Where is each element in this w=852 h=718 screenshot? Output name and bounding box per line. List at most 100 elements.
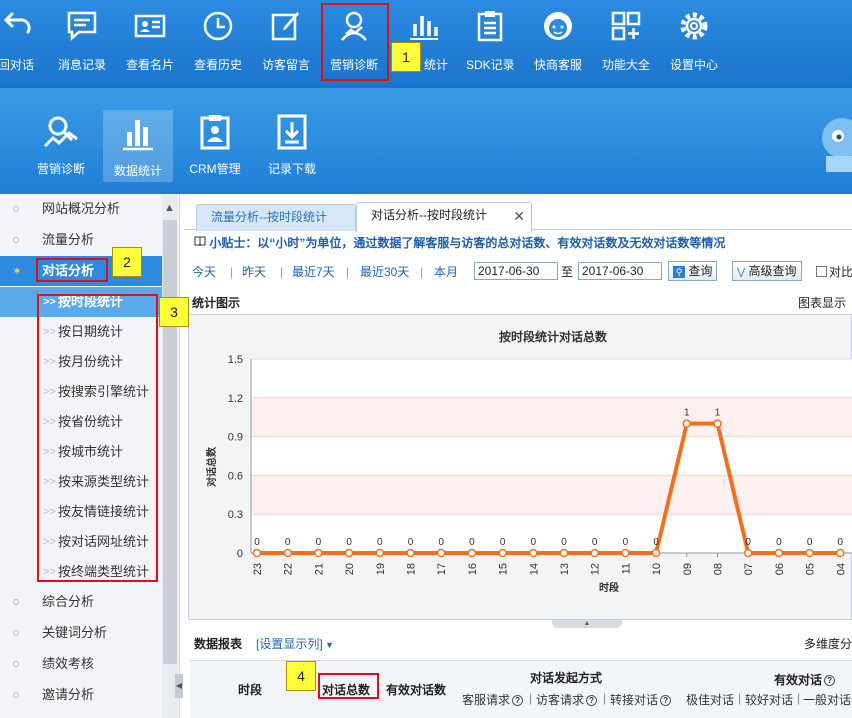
data-point: [375, 548, 385, 558]
grid-band: [251, 397, 852, 437]
module-label: 营销诊断: [36, 162, 85, 176]
data-label: 0: [285, 537, 291, 548]
help-icon[interactable]: ?: [660, 695, 672, 707]
top-item-label: 查看名片: [126, 58, 175, 72]
sidebar-item-comprehensive-analysis[interactable]: 综合分析: [0, 587, 162, 617]
sdk-record-button[interactable]: SDK记录: [466, 0, 515, 88]
column-valid-dialog[interactable]: 有效对话?: [774, 671, 836, 688]
data-label: 0: [745, 537, 751, 548]
column-excellent-dialog[interactable]: 极佳对话: [686, 691, 734, 708]
data-label: 0: [346, 537, 352, 548]
bullet-icon: [13, 630, 19, 636]
kuaishang-service-button[interactable]: 快商客服: [534, 0, 582, 88]
all-functions-button[interactable]: 功能大全: [602, 0, 650, 88]
filter-today[interactable]: 今天: [192, 260, 216, 284]
x-tick-label: 11: [620, 563, 632, 574]
sidebar-item-label: 邀请分析: [42, 687, 95, 702]
data-label: 0: [377, 537, 383, 548]
line-chart: 0 0.3 0.6 0.9 1.2 1.5 按时段统计对话总数对话总数时段 23 22 21 20 1…: [205, 329, 852, 594]
annotation-box-1: [321, 3, 389, 81]
end-date-input[interactable]: 2017-06-30: [578, 262, 662, 280]
sidebar-scrollbar[interactable]: ▲: [162, 194, 178, 718]
mascot-icon: [822, 118, 852, 172]
column-visitor-request[interactable]: 访客请求?: [536, 691, 598, 708]
data-label: 0: [776, 537, 782, 548]
download-icon: [277, 114, 307, 150]
collapse-sidebar-handle[interactable]: ◀: [175, 674, 183, 698]
start-date-input[interactable]: 2017-06-30: [474, 262, 558, 280]
module-record-download[interactable]: 记录下载: [257, 108, 327, 184]
bullet-icon: [13, 599, 19, 605]
chart-display-toggle[interactable]: 图表显示: [798, 294, 846, 311]
help-icon[interactable]: ?: [512, 695, 524, 707]
module-data-statistics[interactable]: 数据统计: [103, 110, 173, 182]
settings-center-button[interactable]: 设置中心: [670, 0, 718, 88]
data-label: 0: [254, 537, 260, 548]
sidebar-item-performance[interactable]: 绩效考核: [0, 649, 162, 679]
data-label: 0: [838, 537, 844, 548]
column-good-dialog[interactable]: 较好对话: [745, 691, 793, 708]
compare-checkbox[interactable]: [816, 266, 827, 277]
top-item-label: 设置中心: [670, 58, 719, 72]
chart-title: 按时段统计对话总数: [499, 329, 608, 344]
x-tick-label: 14: [528, 563, 540, 575]
column-agent-request[interactable]: 客服请求?: [462, 691, 524, 708]
module-marketing-diagnosis[interactable]: 营销诊断: [26, 108, 96, 184]
tab-traffic-by-period[interactable]: 流量分析--按时段统计: [196, 204, 356, 231]
view-card-button[interactable]: 查看名片: [126, 0, 174, 88]
tab-label: 对话分析--按时段统计: [371, 208, 487, 222]
scroll-up-icon[interactable]: ▲: [164, 202, 175, 214]
tip-text: 小贴士：以“小时”为单位，通过数据了解客服与访客的总对话数、有效对话数及无效对话…: [194, 234, 725, 251]
data-point: [498, 548, 507, 558]
y-tick-label: 0.9: [228, 432, 243, 444]
sidebar-item-site-overview[interactable]: 网站概况分析: [0, 194, 162, 224]
chart-container: 0 0.3 0.6 0.9 1.2 1.5 按时段统计对话总数 对话总数 时段 23 22 21 20 1…: [188, 314, 852, 620]
help-icon[interactable]: ?: [824, 675, 836, 687]
scrollbar-thumb[interactable]: [163, 220, 177, 664]
filter-this-month[interactable]: 本月: [434, 260, 458, 284]
y-tick-label: 0: [237, 548, 243, 560]
sidebar-item-keyword-analysis[interactable]: 关键词分析: [0, 618, 162, 648]
column-valid-dialogs[interactable]: 有效对话数: [386, 681, 446, 698]
query-label: 查询: [688, 264, 713, 278]
return-dialog-button[interactable]: 回对话: [0, 0, 42, 88]
view-history-button[interactable]: 查看历史: [194, 0, 242, 88]
data-point: [467, 548, 477, 558]
data-point: [743, 548, 753, 558]
advanced-query-button[interactable]: ⋁ 高级查询: [732, 261, 802, 281]
query-button[interactable]: ⚲ 查询: [668, 261, 718, 281]
data-point: [590, 548, 599, 558]
data-label: 0: [807, 537, 813, 548]
module-crm[interactable]: CRM管理: [180, 108, 250, 184]
data-point: [805, 548, 814, 558]
column-divider: |: [738, 691, 742, 705]
set-columns-link[interactable]: [设置显示列] ▼: [256, 632, 334, 657]
x-tick-label: 09: [682, 563, 694, 575]
search-icon: ⚲: [673, 265, 685, 278]
column-divider: |: [603, 691, 607, 705]
column-normal-dialog[interactable]: 一般对话: [803, 691, 851, 708]
top-item-label: 统计: [424, 58, 449, 72]
set-columns-label: [设置显示列]: [256, 637, 323, 651]
visitor-message-button[interactable]: 访客留言: [262, 0, 310, 88]
filter-last-7-days[interactable]: 最近7天: [292, 260, 335, 284]
filter-separator: |: [280, 265, 284, 279]
tab-dialog-by-period[interactable]: 对话分析--按时段统计 ✕: [356, 202, 532, 232]
message-record-button[interactable]: 消息记录: [58, 0, 106, 88]
data-point: [344, 548, 354, 558]
column-period[interactable]: 时段: [238, 681, 262, 698]
column-transfer-dialog[interactable]: 转接对话?: [610, 691, 672, 708]
help-icon[interactable]: ?: [586, 695, 598, 707]
data-point: [559, 548, 569, 558]
top-item-label: SDK记录: [466, 58, 515, 72]
top-item-label: 功能大全: [602, 58, 651, 72]
bullet-icon: [13, 692, 19, 698]
chevron-down-icon: ⋁: [737, 267, 746, 278]
filter-yesterday[interactable]: 昨天: [242, 260, 266, 284]
sidebar-item-invitation-analysis[interactable]: 邀请分析: [0, 680, 162, 710]
filter-last-30-days[interactable]: 最近30天: [360, 260, 409, 284]
close-icon[interactable]: ✕: [513, 204, 525, 229]
chart-collapse-handle[interactable]: ▲: [552, 620, 622, 628]
multi-dimension-link[interactable]: 多维度分: [804, 632, 852, 656]
x-tick-label: 17: [436, 563, 448, 575]
